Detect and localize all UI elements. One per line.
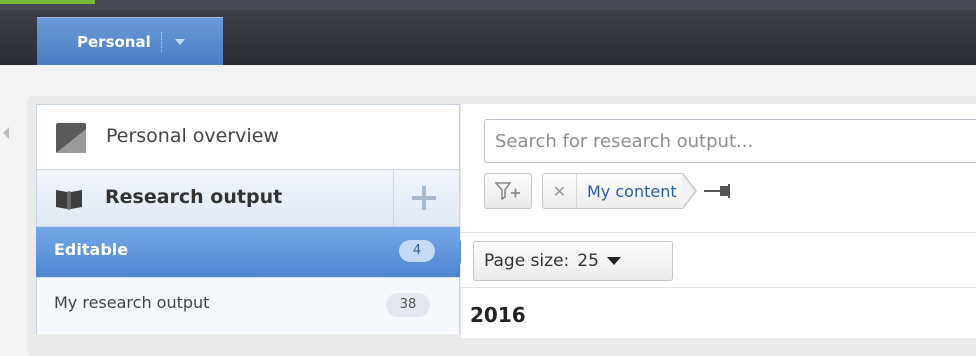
filter-bar: ✕ My content [484, 171, 735, 211]
sidebar-item-label: Personal overview [106, 125, 279, 147]
sidebar-item-research-output[interactable]: Research output [37, 169, 459, 227]
add-filter-button[interactable] [484, 173, 532, 209]
book-icon [56, 190, 82, 210]
top-navigation-bar: Personal [0, 0, 976, 65]
divider [461, 287, 976, 288]
page-size-dropdown[interactable]: Page size: 25 [473, 241, 673, 281]
divider [461, 232, 976, 233]
tab-personal-label: Personal [77, 32, 151, 51]
sidebar-item-label: Research output [105, 186, 283, 208]
add-research-output-button[interactable] [410, 184, 438, 212]
filter-chip: ✕ My content [542, 173, 697, 209]
sidebar-item-label: Editable [54, 240, 129, 259]
year-heading: 2016 [470, 303, 526, 327]
search-input[interactable] [484, 119, 976, 163]
collapse-sidebar-icon[interactable] [3, 127, 9, 139]
sidebar-item-personal-overview[interactable]: Personal overview [37, 105, 459, 169]
main-content: ✕ My content Page size: 25 2016 [461, 104, 976, 338]
page-size-value: 25 [577, 251, 599, 271]
count-badge: 38 [386, 293, 430, 317]
page-size-label: Page size: [484, 251, 570, 271]
count-badge: 4 [399, 240, 435, 262]
filter-add-icon [495, 182, 520, 200]
top-accent-strip [0, 0, 95, 4]
sidebar: Personal overview Research output Editab… [36, 104, 472, 334]
caret-down-icon [606, 257, 621, 265]
close-icon[interactable]: ✕ [542, 173, 576, 209]
filter-chip-label[interactable]: My content [576, 173, 683, 209]
sidebar-item-editable[interactable]: Editable 4 [36, 227, 472, 277]
tab-separator [160, 31, 163, 52]
divider [393, 170, 394, 226]
filter-chip-arrow [681, 173, 697, 209]
tab-personal[interactable]: Personal [37, 17, 223, 65]
sidebar-item-my-research-output[interactable]: My research output 38 [37, 277, 459, 333]
chevron-down-icon[interactable] [174, 38, 185, 45]
pin-icon[interactable] [703, 181, 735, 201]
overview-icon [56, 123, 86, 153]
sidebar-item-label: My research output [54, 293, 210, 312]
